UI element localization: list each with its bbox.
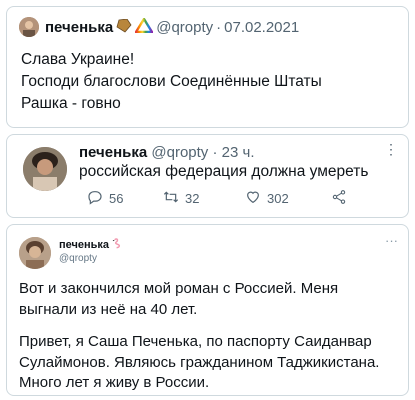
tweet-header: печенька @qropty · 23 ч. bbox=[79, 144, 255, 161]
tweet-actions: 56 32 302 bbox=[79, 189, 379, 211]
tweet-paragraph: Вот и закончился мой роман с Россией. Ме… bbox=[19, 280, 339, 318]
retweet-icon bbox=[163, 189, 179, 208]
pride-triangle-icon bbox=[134, 16, 155, 37]
share-icon bbox=[331, 189, 347, 208]
display-name[interactable]: печенька bbox=[45, 19, 113, 36]
timestamp[interactable]: 07.02.2021 bbox=[224, 19, 299, 36]
tweet-card-1: печенька @qropty · 07.02.2021 Слава Укра… bbox=[6, 6, 409, 128]
tweet-header: печенька bbox=[59, 238, 123, 252]
display-name[interactable]: печенька bbox=[79, 144, 147, 161]
tweet-text: Вот и закончился мой роман с Россией. Ме… bbox=[19, 279, 399, 395]
more-options-icon[interactable]: ··· bbox=[385, 233, 398, 248]
tweet-text: Слава Украине! Господи благослови Соедин… bbox=[21, 49, 322, 115]
tweet-card-3: печенька @qropty ··· Вот и закончился мо… bbox=[6, 224, 409, 396]
avatar[interactable] bbox=[19, 17, 39, 37]
handle[interactable]: @qropty bbox=[59, 253, 97, 264]
heart-icon bbox=[245, 189, 261, 208]
like-button[interactable]: 302 bbox=[245, 189, 289, 208]
tweet-card-2: печенька @qropty · 23 ч. ⋮ российская фе… bbox=[6, 134, 409, 218]
coffin-icon bbox=[116, 18, 132, 37]
separator: · bbox=[212, 144, 218, 161]
tweet-text: российская федерация должна умереть bbox=[79, 163, 369, 180]
separator: · bbox=[216, 19, 222, 36]
reply-count: 56 bbox=[109, 191, 124, 206]
flamingo-icon bbox=[112, 238, 123, 252]
share-button[interactable] bbox=[331, 189, 347, 208]
retweet-button[interactable]: 32 bbox=[163, 189, 199, 208]
avatar[interactable] bbox=[23, 147, 67, 191]
tweet-line: Слава Украине! bbox=[21, 51, 135, 68]
tweet-header: печенька @qropty · 07.02.2021 bbox=[45, 16, 299, 37]
handle[interactable]: @qropty bbox=[151, 144, 208, 161]
avatar[interactable] bbox=[19, 237, 51, 269]
tweet-line: Рашка - говно bbox=[21, 95, 121, 112]
tweet-line: Господи благослови Соединённые Штаты bbox=[21, 73, 322, 90]
like-count: 302 bbox=[267, 191, 289, 206]
reply-icon bbox=[87, 189, 103, 208]
handle[interactable]: @qropty bbox=[156, 19, 213, 36]
timestamp[interactable]: 23 ч. bbox=[222, 144, 255, 161]
more-options-icon[interactable]: ⋮ bbox=[384, 141, 398, 158]
display-name[interactable]: печенька bbox=[59, 239, 109, 251]
tweet-paragraph: Привет, я Саша Печенька, по паспорту Саи… bbox=[19, 333, 380, 391]
retweet-count: 32 bbox=[185, 191, 200, 206]
reply-button[interactable]: 56 bbox=[87, 189, 123, 208]
